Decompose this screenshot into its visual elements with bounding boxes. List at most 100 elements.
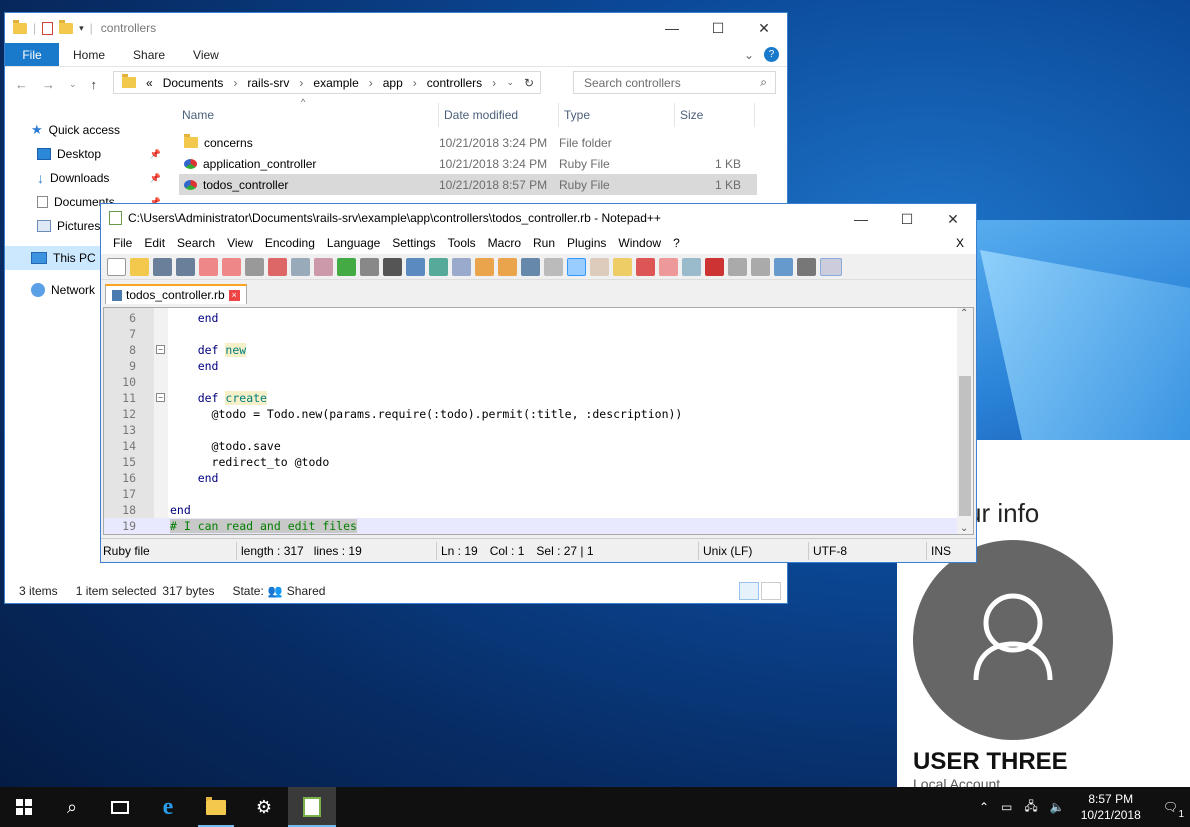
code-line[interactable]: 14 @todo.save	[104, 438, 959, 454]
address-overflow[interactable]: «	[146, 76, 153, 90]
clock[interactable]: 8:57 PM 10/21/2018	[1071, 791, 1151, 823]
code-line[interactable]: 15 redirect_to @todo	[104, 454, 959, 470]
folder-as-workspace-icon[interactable]	[659, 257, 678, 276]
menu-run[interactable]: Run	[527, 236, 561, 250]
breadcrumb-rails-srv[interactable]: rails-srv	[247, 76, 289, 90]
close-all-icon[interactable]	[222, 257, 241, 276]
doc-map-icon[interactable]	[613, 257, 632, 276]
menu-window[interactable]: Window	[612, 236, 667, 250]
ribbon-expand-icon[interactable]: ⌄	[744, 48, 754, 62]
vertical-scrollbar[interactable]: ⌃ ⌄	[957, 308, 973, 534]
ribbon-file-tab[interactable]: File	[5, 43, 59, 66]
paste-icon[interactable]	[314, 257, 333, 276]
address-dropdown-icon[interactable]: ⌄	[506, 77, 514, 88]
qat-dropdown-icon[interactable]: ▾	[79, 23, 84, 34]
menu-plugins[interactable]: Plugins	[561, 236, 612, 250]
minimize-button[interactable]: —	[838, 204, 884, 234]
document-tab[interactable]: todos_controller.rb ×	[105, 284, 247, 304]
replace-icon[interactable]	[406, 257, 425, 276]
settings-button[interactable]: ⚙	[240, 787, 288, 827]
ribbon-tab-view[interactable]: View	[179, 43, 233, 66]
zoom-out-icon[interactable]	[452, 257, 471, 276]
menu-macro[interactable]: Macro	[482, 236, 527, 250]
pin-icon[interactable]: 📌	[150, 173, 161, 184]
code-line[interactable]: 7	[104, 326, 959, 342]
code-editor[interactable]: 6 end 7 8− def new 9 end 10 11− def create 12 …	[103, 307, 974, 535]
sync-horizontal-icon[interactable]	[498, 257, 517, 276]
breadcrumb-app[interactable]: app	[383, 76, 403, 90]
file-explorer-button[interactable]	[192, 787, 240, 827]
large-icons-view-icon[interactable]	[761, 582, 781, 600]
indent-guide-icon[interactable]	[567, 257, 586, 276]
word-wrap-icon[interactable]	[521, 257, 540, 276]
show-all-chars-icon[interactable]	[544, 257, 563, 276]
internet-explorer-button[interactable]: e	[144, 787, 192, 827]
nav-quick-access[interactable]: ★ Quick access	[5, 118, 175, 142]
code-line[interactable]: 10	[104, 374, 959, 390]
code-line[interactable]: 11 − def create	[104, 390, 959, 406]
stop-recording-icon[interactable]	[728, 257, 747, 276]
user-language-icon[interactable]	[590, 257, 609, 276]
breadcrumb-example[interactable]: example	[313, 76, 358, 90]
minimize-button[interactable]: —	[649, 13, 695, 43]
action-center-button[interactable]: 🗨 1	[1151, 800, 1190, 820]
menu-search[interactable]: Search	[171, 236, 221, 250]
monitoring-icon[interactable]	[682, 257, 701, 276]
ribbon-tab-home[interactable]: Home	[59, 43, 119, 66]
undo-icon[interactable]	[337, 257, 356, 276]
search-button[interactable]: ⌕	[48, 787, 96, 827]
menu-help[interactable]: ?	[667, 236, 686, 250]
fold-toggle-icon[interactable]: −	[156, 393, 165, 402]
print-icon[interactable]	[245, 257, 264, 276]
properties-icon[interactable]	[42, 21, 54, 35]
details-view-icon[interactable]	[739, 582, 759, 600]
breadcrumb-documents[interactable]: Documents	[163, 76, 224, 90]
new-folder-icon[interactable]	[59, 19, 74, 34]
nav-downloads[interactable]: ↓ Downloads 📌	[5, 166, 175, 190]
play-macro-icon[interactable]	[751, 257, 770, 276]
maximize-button[interactable]: ☐	[695, 13, 741, 43]
fold-toggle-icon[interactable]: −	[156, 345, 165, 354]
save-icon[interactable]	[153, 257, 172, 276]
copy-icon[interactable]	[291, 257, 310, 276]
new-file-icon[interactable]	[107, 257, 126, 276]
volume-muted-icon[interactable]: 🔈	[1044, 800, 1071, 814]
zoom-in-icon[interactable]	[429, 257, 448, 276]
menu-file[interactable]: File	[107, 236, 138, 250]
file-row-selected[interactable]: todos_controller 10/21/2018 8:57 PM Ruby…	[179, 174, 757, 195]
code-line[interactable]: 12 @todo = Todo.new(params.require(:todo…	[104, 406, 959, 422]
close-file-icon[interactable]	[199, 257, 218, 276]
sync-vertical-icon[interactable]	[475, 257, 494, 276]
save-macro-icon[interactable]	[797, 257, 816, 276]
redo-icon[interactable]	[360, 257, 379, 276]
menu-language[interactable]: Language	[321, 236, 386, 250]
user-avatar[interactable]	[913, 540, 1113, 740]
close-document-button[interactable]: X	[950, 236, 970, 250]
maximize-button[interactable]: ☐	[884, 204, 930, 234]
menu-tools[interactable]: Tools	[442, 236, 482, 250]
help-icon[interactable]: ?	[764, 47, 779, 62]
scroll-up-icon[interactable]: ⌃	[960, 308, 968, 319]
close-button[interactable]: ✕	[930, 204, 976, 234]
code-line[interactable]: 18 end	[104, 502, 959, 518]
tab-close-icon[interactable]: ×	[228, 289, 240, 301]
back-arrow-icon[interactable]: ←	[15, 77, 28, 92]
search-input[interactable]: Search controllers ⌕	[573, 71, 776, 94]
ribbon-tab-share[interactable]: Share	[119, 43, 179, 66]
refresh-icon[interactable]: ↻	[524, 76, 534, 90]
nav-desktop[interactable]: Desktop 📌	[5, 142, 175, 166]
run-macro-multiple-icon[interactable]	[774, 257, 793, 276]
menu-settings[interactable]: Settings	[386, 236, 441, 250]
code-line[interactable]: 19 # I can read and edit files	[104, 518, 959, 534]
up-arrow-icon[interactable]: ↑	[91, 77, 98, 92]
record-macro-icon[interactable]	[705, 257, 724, 276]
column-name[interactable]: Name	[177, 103, 439, 127]
recent-locations-icon[interactable]: ⌄	[69, 79, 77, 90]
code-line[interactable]: 16 end	[104, 470, 959, 486]
save-all-icon[interactable]	[176, 257, 195, 276]
scroll-down-icon[interactable]: ⌄	[960, 523, 968, 534]
breadcrumb-controllers[interactable]: controllers	[427, 76, 482, 90]
file-row[interactable]: application_controller 10/21/2018 3:24 P…	[179, 153, 757, 174]
cut-icon[interactable]	[268, 257, 287, 276]
find-icon[interactable]	[383, 257, 402, 276]
